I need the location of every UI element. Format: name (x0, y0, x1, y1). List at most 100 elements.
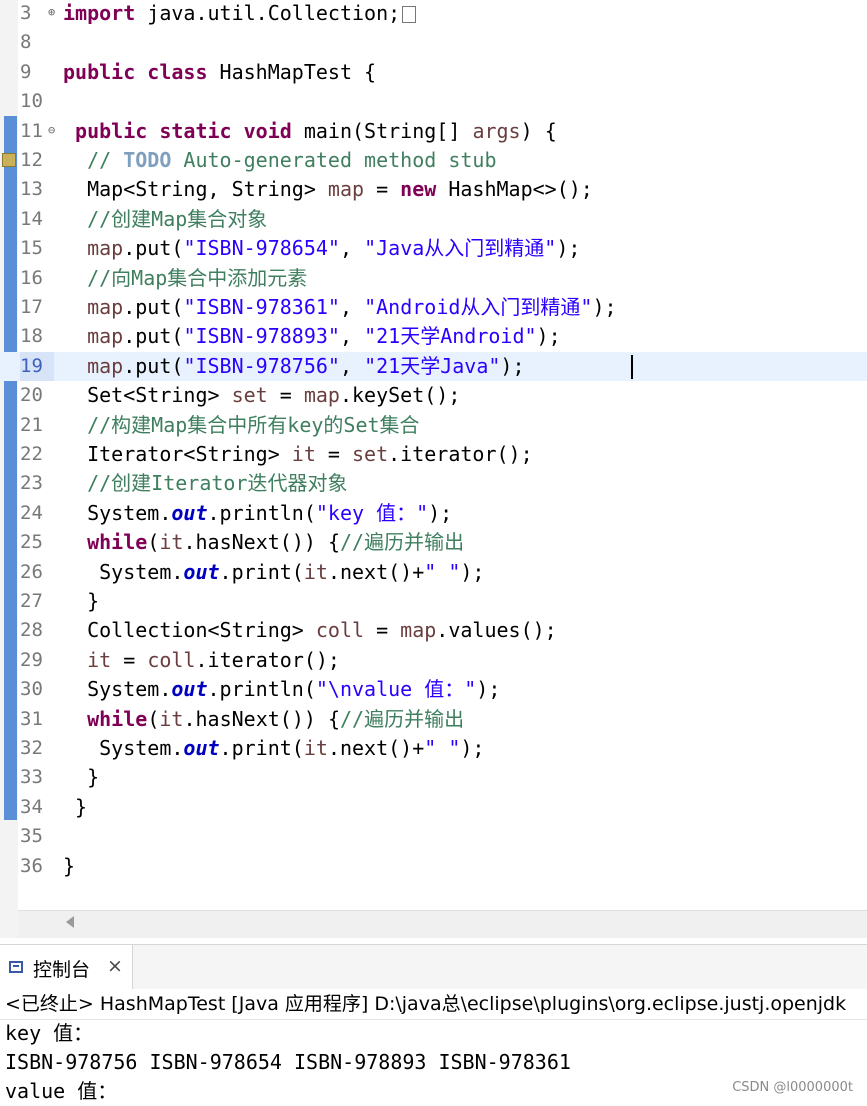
horizontal-scrollbar[interactable] (18, 910, 867, 938)
code-token: ); (460, 559, 485, 584)
code-token: "21天学Android" (364, 324, 537, 349)
code-token: " " (424, 736, 461, 760)
code-line[interactable]: 24 System.out.println("key 值："); (0, 499, 867, 528)
code-text: public class HashMapTest { (63, 58, 376, 87)
code-line[interactable]: 31 while(it.hasNext()) {//遍历并输出 (0, 705, 867, 734)
code-line[interactable]: 35 (0, 822, 867, 851)
code-token: ); (500, 353, 525, 378)
code-token: System. (63, 559, 184, 584)
code-token: "ISBN-978756" (183, 353, 340, 378)
fold-expand-icon[interactable]: ⊕ (48, 0, 55, 26)
code-text: it = coll.iterator(); (63, 646, 340, 675)
code-line[interactable]: 36} (0, 852, 867, 881)
line-number: 30 (20, 678, 43, 701)
code-text: } (63, 793, 87, 822)
code-token: Iterator<String> (63, 442, 292, 466)
code-line[interactable]: 27 } (0, 587, 867, 616)
code-token: public (63, 59, 136, 84)
code-token: System. (63, 677, 172, 702)
code-token: it (159, 530, 184, 555)
code-line[interactable]: 20 Set<String> set = map.keySet(); (0, 381, 867, 410)
fold-collapse-icon[interactable]: ⊖ (48, 117, 55, 144)
code-token: .iterator(); (195, 647, 340, 672)
code-line[interactable]: 32 System.out.print(it.next()+" "); (0, 734, 867, 763)
code-line[interactable]: 19 map.put("ISBN-978756", "21天学Java"); (0, 351, 867, 381)
scroll-left-icon[interactable] (66, 916, 74, 928)
close-icon[interactable]: × (107, 955, 123, 977)
line-number: 8 (20, 31, 32, 54)
code-text: //构建Map集合中所有key的Set集合 (63, 411, 419, 440)
code-line[interactable]: 21 //构建Map集合中所有key的Set集合 (0, 411, 867, 440)
code-token: = (267, 383, 304, 408)
code-line[interactable]: 9 public class HashMapTest { (0, 58, 867, 87)
code-line[interactable]: 29 it = coll.iterator(); (0, 646, 867, 675)
code-line[interactable]: 22 Iterator<String> it = set.iterator(); (0, 440, 867, 469)
line-number: 28 (20, 619, 43, 642)
code-line[interactable]: 28 Collection<String> coll = map.values(… (0, 616, 867, 645)
collapsed-imports-icon[interactable] (402, 6, 417, 23)
task-marker-icon[interactable] (2, 153, 16, 167)
code-token: } (63, 589, 100, 613)
code-line[interactable]: 15 map.put("ISBN-978654", "Java从入门到精通"); (0, 234, 867, 263)
code-token: "Java从入门到精通" (364, 236, 557, 261)
line-number: 20 (20, 384, 43, 407)
code-line[interactable]: 17 map.put("ISBN-978361", "Android从入门到精通… (0, 293, 867, 322)
code-token: .put( (123, 353, 184, 378)
code-token: set (231, 383, 268, 408)
code-token: it (303, 559, 328, 584)
code-line[interactable]: 30 System.out.println("\nvalue 值："); (0, 675, 867, 704)
code-text: } (63, 852, 75, 881)
code-line[interactable]: 23 //创建Iterator迭代器对象 (0, 469, 867, 498)
code-line[interactable]: 10 (0, 87, 867, 116)
code-token: , (339, 236, 365, 261)
code-token: Auto-generated method stub (171, 148, 497, 172)
code-line[interactable]: 8 (0, 28, 867, 57)
line-number: 14 (20, 207, 43, 230)
code-line[interactable]: 25 while(it.hasNext()) {//遍历并输出 (0, 528, 867, 557)
code-line[interactable]: 18 map.put("ISBN-978893", "21天学Android")… (0, 322, 867, 351)
code-text: map.put("ISBN-978756", "21天学Java"); (63, 352, 525, 381)
code-token: java.util.Collection; (135, 1, 401, 25)
code-line[interactable]: 34 } (0, 793, 867, 822)
code-token: out (183, 736, 220, 760)
code-text: //创建Iterator迭代器对象 (63, 469, 347, 498)
line-number: 26 (20, 560, 43, 583)
code-line[interactable]: 12 // TODO Auto-generated method stub (0, 146, 867, 175)
code-token: out (171, 500, 208, 525)
tab-console[interactable]: 控制台 × (0, 945, 133, 989)
console-icon (9, 961, 23, 973)
line-number: 19 (20, 351, 54, 381)
code-token: new (400, 177, 437, 202)
line-number: 35 (20, 825, 43, 848)
code-token: .hasNext()) { (183, 706, 340, 731)
code-line[interactable]: 26 System.out.print(it.next()+" "); (0, 558, 867, 587)
code-text: map.put("ISBN-978893", "21天学Android"); (63, 322, 561, 351)
code-line[interactable]: 16 //向Map集合中添加元素 (0, 264, 867, 293)
console-view-tabbar: 控制台 × (0, 944, 867, 989)
code-line[interactable]: 14 //创建Map集合对象 (0, 205, 867, 234)
line-number: 9 (20, 60, 32, 83)
line-number: 34 (20, 795, 43, 818)
code-editor[interactable]: 3 ⊕ import java.util.Collection; 8 9 public c… (0, 0, 867, 938)
code-token: = (315, 442, 352, 466)
code-line[interactable]: 33 } (0, 763, 867, 792)
code-token: it (87, 647, 112, 672)
code-line[interactable]: 13 Map<String, String> map = new HashMap… (0, 175, 867, 204)
code-token: map (400, 618, 437, 643)
code-token: set (352, 442, 389, 466)
code-line[interactable]: 11 ⊖ public static void main(String[] arg… (0, 117, 867, 146)
code-token: .put( (123, 324, 184, 349)
code-token: .println( (207, 500, 316, 525)
code-token: HashMapTest { (207, 59, 377, 84)
line-number: 12 (20, 149, 43, 171)
code-token: coll (147, 647, 196, 672)
code-token: Map<String, String> (63, 177, 328, 202)
line-number: 24 (20, 501, 43, 524)
code-line[interactable]: 3 ⊕ import java.util.Collection; (0, 0, 867, 28)
code-token: import (63, 1, 136, 25)
